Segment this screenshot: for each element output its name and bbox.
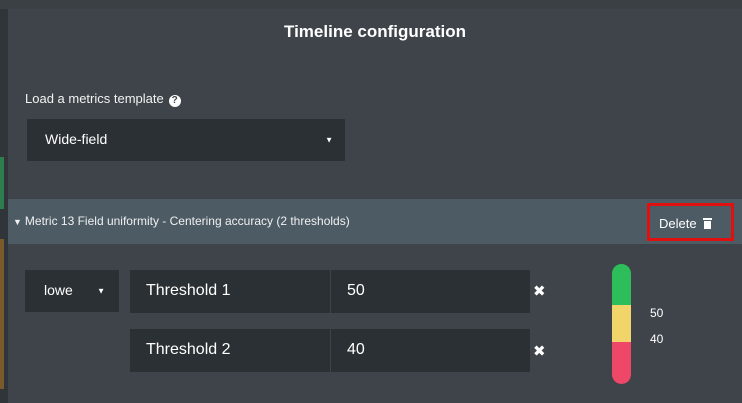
gauge-segment-2 bbox=[612, 305, 631, 342]
metric-header[interactable]: ▼ Metric 13 Field uniformity - Centering … bbox=[8, 199, 742, 244]
help-icon[interactable]: ? bbox=[168, 95, 181, 107]
gauge-label-upper: 50 bbox=[650, 306, 664, 320]
threshold-2-name-input[interactable]: Threshold 2 bbox=[130, 329, 330, 372]
delete-metric-button[interactable]: Delete bbox=[647, 203, 734, 241]
background-edge bbox=[0, 9, 8, 403]
timeline-config-dialog: Timeline configuration Load a metrics te… bbox=[8, 9, 742, 403]
background-green-accent bbox=[0, 157, 4, 209]
caret-down-icon: ▼ bbox=[97, 286, 105, 296]
remove-threshold-1-icon[interactable]: ✖ bbox=[533, 282, 546, 300]
operator-selected-value: lowe bbox=[44, 282, 73, 298]
operator-select[interactable]: lowe ▼ bbox=[25, 270, 119, 312]
metric-description: Metric 13 Field uniformity - Centering a… bbox=[24, 214, 350, 228]
trash-icon bbox=[702, 218, 712, 229]
threshold-1-value-input[interactable]: 50 bbox=[331, 270, 530, 313]
template-selected-value: Wide-field bbox=[45, 131, 108, 147]
threshold-2-value-input[interactable]: 40 bbox=[331, 329, 530, 372]
dialog-title: Timeline configuration bbox=[284, 22, 466, 41]
template-select[interactable]: Wide-field ▼ bbox=[27, 119, 345, 161]
gauge-label-lower: 40 bbox=[650, 332, 664, 346]
remove-threshold-2-icon[interactable]: ✖ bbox=[533, 342, 546, 360]
threshold-1-name-input[interactable]: Threshold 1 bbox=[130, 270, 330, 313]
gauge-segment-3 bbox=[612, 342, 631, 384]
collapse-toggle-icon[interactable]: ▼ bbox=[13, 217, 22, 227]
delete-label: Delete bbox=[659, 216, 697, 231]
threshold-gauge bbox=[612, 264, 631, 384]
top-strip bbox=[0, 0, 742, 9]
background-orange-accent bbox=[0, 239, 4, 389]
gauge-segment-1 bbox=[612, 264, 631, 305]
template-label: Load a metrics template bbox=[25, 91, 164, 106]
caret-down-icon: ▼ bbox=[325, 135, 333, 145]
metric-title: ▼ Metric 13 Field uniformity - Centering … bbox=[13, 214, 350, 228]
template-label-row: Load a metrics template? bbox=[25, 91, 181, 107]
